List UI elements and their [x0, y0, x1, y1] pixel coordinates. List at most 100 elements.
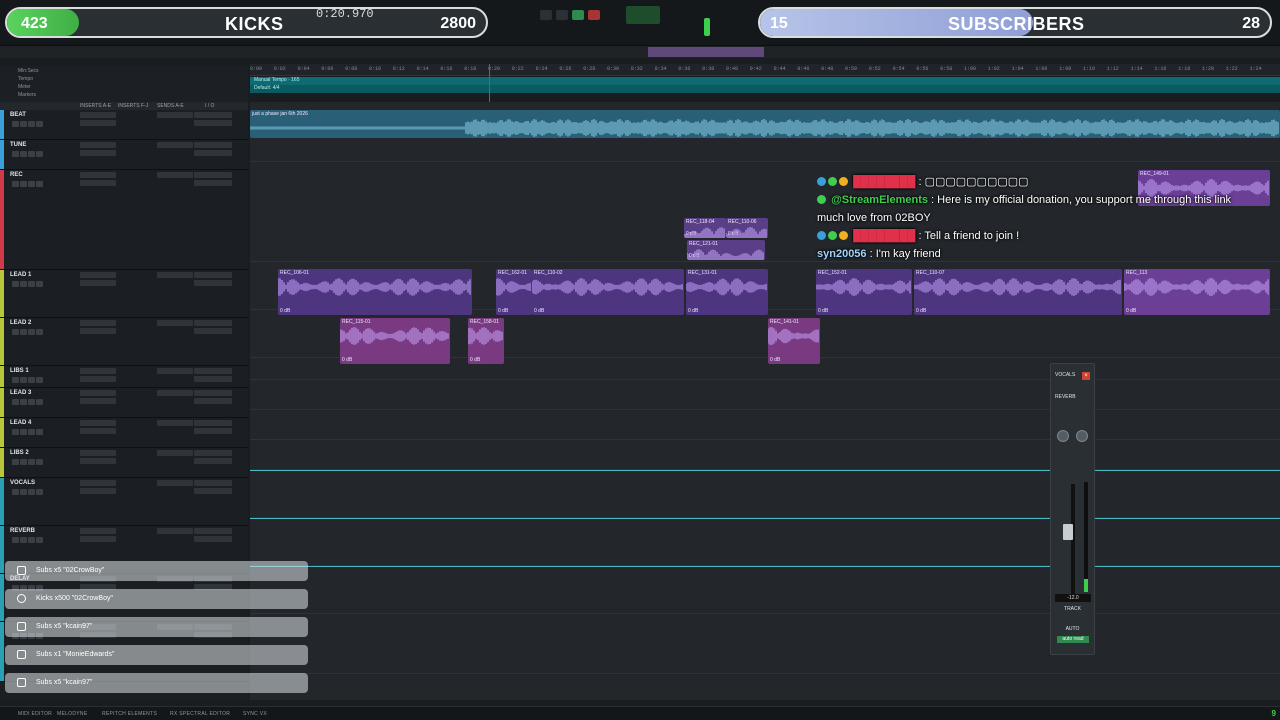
insert-slot[interactable]: [80, 172, 116, 178]
beat-clip[interactable]: just a phase jan 6th 2026: [250, 110, 1280, 138]
track-name[interactable]: TUNE: [10, 142, 26, 148]
stop-button[interactable]: [556, 10, 568, 20]
solo-button[interactable]: [28, 121, 35, 127]
close-icon[interactable]: ×: [1082, 372, 1090, 380]
track-header[interactable]: LIBS 1: [0, 366, 248, 388]
automation-mode-selector[interactable]: auto read: [1057, 636, 1089, 643]
track-header[interactable]: REC: [0, 170, 248, 270]
track-name[interactable]: REC: [10, 172, 23, 178]
track-name[interactable]: BEAT: [10, 112, 26, 118]
io-slot[interactable]: [194, 488, 232, 494]
mute-button[interactable]: [36, 489, 43, 495]
input-monitor-button[interactable]: [20, 329, 27, 335]
insert-slot[interactable]: [80, 480, 116, 486]
record-enable-button[interactable]: [12, 537, 19, 543]
track-header[interactable]: LIBS 2: [0, 448, 248, 478]
track-name[interactable]: LIBS 2: [10, 450, 29, 456]
track-header[interactable]: LEAD 2: [0, 318, 248, 366]
io-slot[interactable]: [194, 420, 232, 426]
record-enable-button[interactable]: [12, 121, 19, 127]
io-slot[interactable]: [194, 320, 232, 326]
io-slot[interactable]: [194, 528, 232, 534]
solo-button[interactable]: [28, 181, 35, 187]
mute-button[interactable]: [36, 329, 43, 335]
solo-button[interactable]: [28, 151, 35, 157]
send-pan-knob[interactable]: [1076, 430, 1088, 442]
io-slot[interactable]: [194, 480, 232, 486]
record-enable-button[interactable]: [12, 377, 19, 383]
lead1-clip[interactable]: REC_162-01 0 dB: [496, 269, 532, 315]
insert-slot[interactable]: [80, 450, 116, 456]
track-lane[interactable]: [250, 566, 1280, 614]
rec-clip[interactable]: REC_110-06 0 dB: [726, 218, 768, 238]
io-slot[interactable]: [194, 428, 232, 434]
volume-readout[interactable]: -12.0: [1055, 594, 1091, 602]
mute-button[interactable]: [36, 121, 43, 127]
rec-clip[interactable]: REC_121-01 0 dB: [687, 240, 765, 260]
mute-button[interactable]: [36, 377, 43, 383]
tab-midi-editor[interactable]: MIDI EDITOR: [18, 711, 52, 717]
record-enable-button[interactable]: [12, 429, 19, 435]
record-enable-button[interactable]: [12, 329, 19, 335]
solo-button[interactable]: [28, 329, 35, 335]
mute-button[interactable]: [36, 537, 43, 543]
track-header[interactable]: TUNE: [0, 140, 248, 170]
io-slot[interactable]: [194, 180, 232, 186]
record-enable-button[interactable]: [12, 399, 19, 405]
track-lane[interactable]: [250, 518, 1280, 566]
track-lane[interactable]: [250, 410, 1280, 440]
insert-slot[interactable]: [80, 420, 116, 426]
insert-slot[interactable]: [80, 150, 116, 156]
solo-button[interactable]: [28, 489, 35, 495]
record-enable-button[interactable]: [12, 459, 19, 465]
io-slot[interactable]: [194, 368, 232, 374]
input-monitor-button[interactable]: [20, 151, 27, 157]
playhead-cursor[interactable]: [489, 64, 490, 104]
insert-slot[interactable]: [80, 120, 116, 126]
rec-clip[interactable]: REC_118-04 0 dB: [684, 218, 726, 238]
track-lane[interactable]: [250, 440, 1280, 470]
record-enable-button[interactable]: [12, 181, 19, 187]
input-monitor-button[interactable]: [20, 429, 27, 435]
send-slot[interactable]: [157, 450, 193, 456]
rewind-button[interactable]: [540, 10, 552, 20]
track-header[interactable]: LEAD 4: [0, 418, 248, 448]
insert-slot[interactable]: [80, 368, 116, 374]
insert-slot[interactable]: [80, 328, 116, 334]
lead1-clip[interactable]: REC_131-01 0 dB: [686, 269, 768, 315]
lead2-clip[interactable]: REC_141-01 0 dB: [768, 318, 820, 364]
input-monitor-button[interactable]: [20, 537, 27, 543]
tab-repitch-elements[interactable]: REPITCH ELEMENTS: [102, 711, 157, 717]
solo-button[interactable]: [28, 459, 35, 465]
input-monitor-button[interactable]: [20, 377, 27, 383]
timeline-ruler[interactable]: 0:00 0:02 0:04 0:06 0:08 0:10 0:12 0:14 0:16 0:18…: [250, 64, 1280, 76]
track-header[interactable]: LEAD 1: [0, 270, 248, 318]
io-slot[interactable]: [194, 328, 232, 334]
send-slot[interactable]: [157, 142, 193, 148]
play-button[interactable]: [572, 10, 584, 20]
solo-button[interactable]: [28, 429, 35, 435]
io-slot[interactable]: [194, 280, 232, 286]
insert-slot[interactable]: [80, 320, 116, 326]
mute-button[interactable]: [36, 399, 43, 405]
track-name[interactable]: VOCALS: [10, 480, 35, 486]
mute-button[interactable]: [36, 429, 43, 435]
solo-button[interactable]: [28, 399, 35, 405]
volume-fader-handle[interactable]: [1063, 524, 1073, 540]
track-name[interactable]: LIBS 1: [10, 368, 29, 374]
io-slot[interactable]: [194, 112, 232, 118]
send-slot[interactable]: [157, 320, 193, 326]
mute-button[interactable]: [36, 151, 43, 157]
overview-selection[interactable]: [648, 47, 764, 57]
tempo-ruler[interactable]: Manual Tempo · 165: [250, 77, 1280, 85]
input-monitor-button[interactable]: [20, 181, 27, 187]
insert-slot[interactable]: [80, 398, 116, 404]
send-slot[interactable]: [157, 390, 193, 396]
insert-slot[interactable]: [80, 112, 116, 118]
lead2-clip[interactable]: REC_115-01 0 dB: [340, 318, 450, 364]
insert-slot[interactable]: [80, 142, 116, 148]
meter-ruler[interactable]: Default: 4/4: [250, 85, 1280, 93]
track-name[interactable]: LEAD 3: [10, 390, 31, 396]
io-slot[interactable]: [194, 142, 232, 148]
midi-counter[interactable]: [626, 6, 660, 24]
